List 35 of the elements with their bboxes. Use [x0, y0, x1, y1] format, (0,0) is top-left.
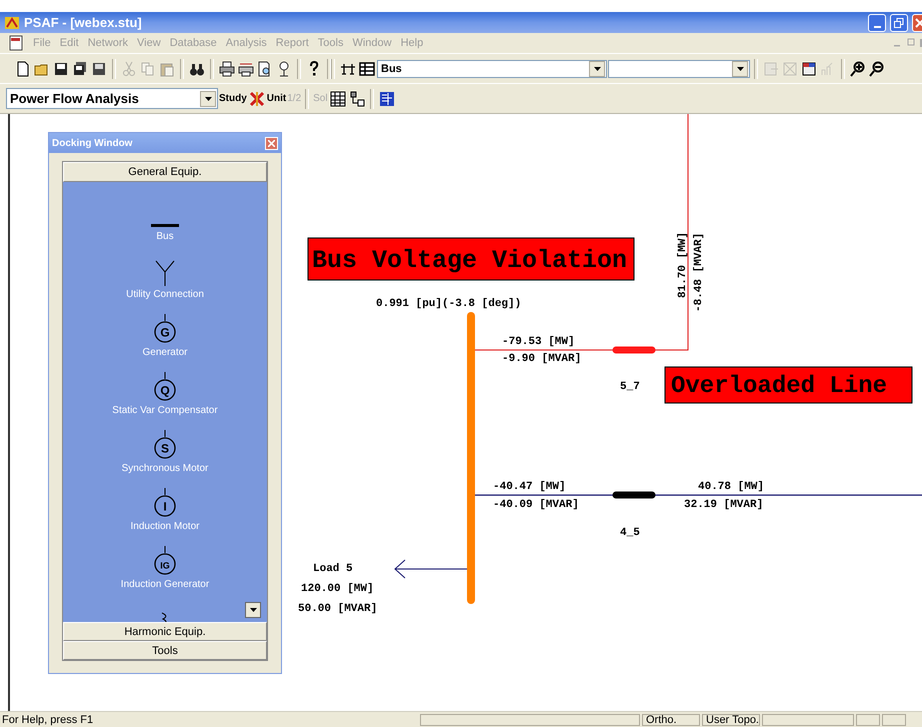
flow-label: 81.70 [MW]	[677, 232, 689, 298]
flow-label: -40.47 [MW]	[493, 481, 566, 493]
palette-item[interactable]: Induction Motor	[130, 521, 200, 532]
element-combo[interactable]: Bus	[377, 60, 607, 78]
voltage-label: 0.991 [pu](-3.8 [deg])	[376, 298, 522, 310]
palette-item[interactable]: Static Var Compensator	[112, 405, 218, 416]
flow-label: 32.19 [MVAR]	[684, 499, 764, 511]
flow-label: -8.48 [MVAR]	[693, 232, 705, 312]
palette-item[interactable]: Synchronous Motor	[122, 463, 208, 474]
alarm-banner: Bus Voltage Violation	[308, 238, 634, 280]
palette-item[interactable]: Generator	[142, 347, 188, 358]
flow-label: -9.90 [MVAR]	[502, 353, 582, 365]
palette-item[interactable]: Bus	[156, 231, 174, 242]
status-pane: User Topo.	[702, 714, 760, 726]
status-text: For Help, press F1	[1, 714, 94, 726]
flow-label: 50.00 [MVAR]	[298, 603, 378, 615]
section-header[interactable]: General Equip.	[63, 162, 267, 182]
flow-label: -79.53 [MW]	[502, 336, 575, 348]
section-header[interactable]: Tools	[63, 641, 267, 660]
toolbar-label[interactable]: Unit	[266, 93, 286, 104]
panel-title: Docking Window	[52, 138, 132, 148]
alarm-banner: Overloaded Line	[664, 366, 912, 404]
line-name: 5_7	[620, 381, 640, 393]
section-header[interactable]: Harmonic Equip.	[63, 622, 267, 641]
flow-label: -40.09 [MVAR]	[493, 499, 579, 511]
line-name: 4_5	[620, 527, 640, 539]
palette-item[interactable]: Utility Connection	[126, 289, 204, 300]
study-case-combo[interactable]: Power Flow Analysis	[6, 88, 218, 109]
load-name: Load 5	[313, 563, 353, 575]
flow-label: 120.00 [MW]	[301, 583, 374, 595]
palette-item[interactable]: Induction Generator	[120, 579, 210, 590]
toolbar-label[interactable]: Study	[219, 93, 247, 104]
flow-label: 40.78 [MW]	[698, 481, 764, 493]
window-title: PSAF - [webex.stu]	[24, 15, 143, 30]
status-pane: Ortho.	[642, 714, 700, 726]
